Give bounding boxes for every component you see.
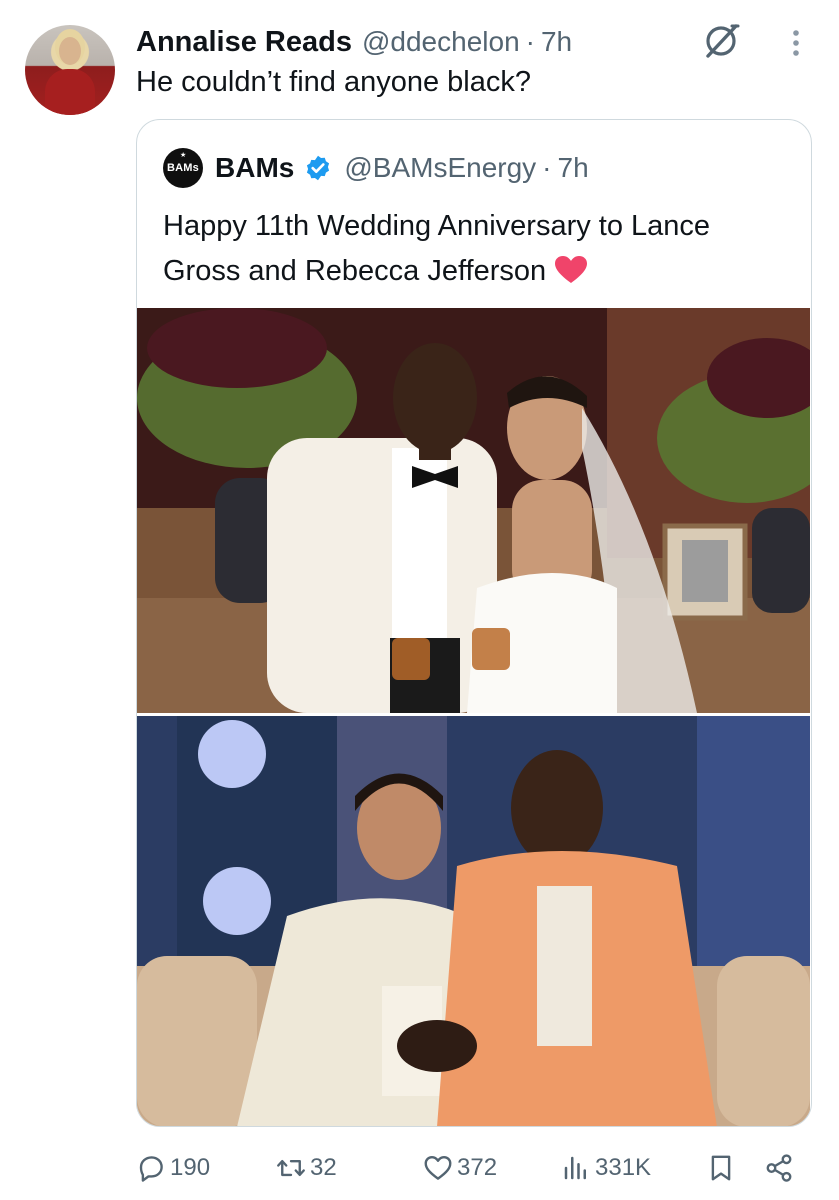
views-count: 331K	[595, 1154, 652, 1181]
verified-badge-icon	[307, 155, 330, 181]
repost-count: 32	[310, 1154, 337, 1181]
reply-icon	[139, 1156, 163, 1182]
like-button[interactable]: 372	[423, 1148, 497, 1188]
wedding-photo[interactable]	[137, 308, 810, 713]
quoted-text-content: Happy 11th Wedding Anniversary to Lance …	[163, 210, 711, 287]
views-icon	[564, 1156, 586, 1180]
star-icon: ★	[180, 152, 187, 159]
grok-icon[interactable]	[700, 22, 742, 60]
tweet-time[interactable]: 7h	[541, 26, 572, 58]
red-heart-emoji-icon	[555, 256, 588, 283]
repost-button[interactable]: 32	[276, 1148, 337, 1188]
reply-count: 190	[170, 1154, 211, 1181]
quoted-separator-dot: ·	[542, 152, 552, 183]
action-bar: 190 32 372 331K	[136, 1148, 812, 1188]
author-handle[interactable]: @ddechelon	[362, 26, 520, 58]
quoted-time[interactable]: 7h	[558, 152, 589, 184]
quoted-tweet-card[interactable]: ★ BAMs BAMs @BAMsEnergy · 7h Happy 11th …	[136, 119, 812, 1127]
avatar-figure-head	[59, 37, 81, 65]
avatar-figure-dress	[45, 69, 95, 115]
quoted-author-handle[interactable]: @BAMsEnergy	[344, 152, 536, 184]
wedding-photo-illustration	[137, 308, 810, 713]
more-icon[interactable]	[784, 25, 808, 61]
couple-event-photo[interactable]	[137, 716, 810, 1126]
separator-dot: ·	[525, 26, 535, 57]
like-count: 372	[457, 1154, 498, 1181]
couple-event-photo-illustration	[137, 716, 810, 1126]
views-button[interactable]: 331K	[561, 1148, 651, 1188]
quoted-text: Happy 11th Wedding Anniversary to Lance …	[163, 204, 793, 294]
share-icon[interactable]	[764, 1153, 794, 1183]
like-icon	[424, 1155, 452, 1180]
tweet-text: He couldn’t find anyone black?	[136, 66, 531, 98]
quoted-author-name[interactable]: BAMs	[215, 152, 294, 184]
bookmark-icon[interactable]	[706, 1153, 736, 1183]
tweet-header: Annalise Reads @ddechelon · 7h	[136, 22, 572, 62]
quoted-avatar-logo: BAMs	[167, 162, 199, 174]
quoted-avatar[interactable]: ★ BAMs	[163, 148, 203, 188]
author-avatar[interactable]	[25, 25, 115, 115]
author-name[interactable]: Annalise Reads	[136, 26, 352, 59]
repost-icon	[277, 1159, 305, 1177]
reply-button[interactable]: 190	[136, 1148, 210, 1188]
quoted-header: ★ BAMs BAMs @BAMsEnergy · 7h	[163, 148, 589, 188]
